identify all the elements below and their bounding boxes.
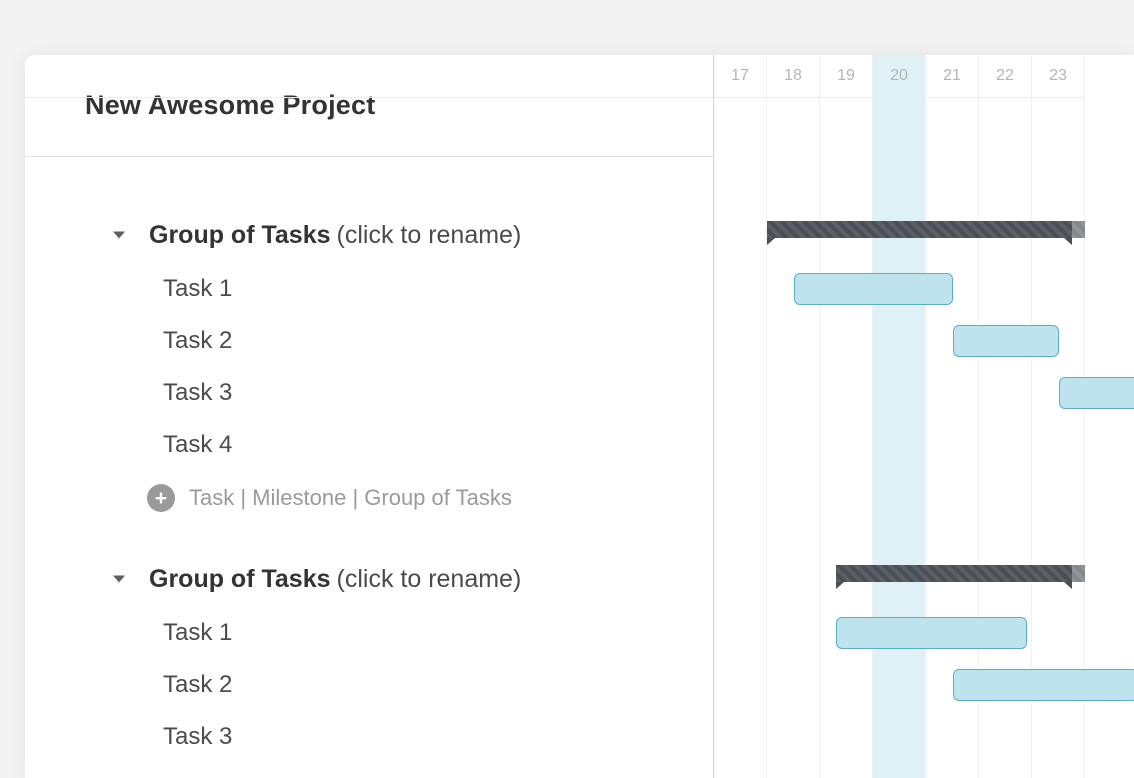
task-bar[interactable] — [953, 325, 1059, 357]
group-title[interactable]: Group of Tasks (click to rename) — [149, 565, 521, 594]
add-item-row[interactable]: + Task | Milestone | Group of Tasks — [147, 471, 713, 525]
task-bar[interactable] — [1059, 377, 1134, 409]
task-row[interactable]: Task 4 — [25, 419, 713, 471]
task-bar[interactable] — [953, 669, 1134, 701]
task-row[interactable]: Task 2 — [25, 659, 713, 711]
group-summary-bar[interactable] — [767, 221, 1072, 238]
workspace-card: New Awesome Project Group of Tasks (clic… — [25, 55, 1134, 778]
task-label: Task 2 — [163, 671, 232, 699]
task-row[interactable]: Task 3 — [25, 711, 713, 763]
task-bar[interactable] — [836, 617, 1027, 649]
group-summary-bar-tail — [1072, 221, 1085, 238]
group-title-hint: (click to rename) — [337, 565, 522, 594]
group-title-bold: Group of Tasks — [149, 221, 331, 250]
task-bar[interactable] — [794, 273, 953, 305]
project-header: New Awesome Project — [25, 55, 713, 157]
task-list-pane: New Awesome Project Group of Tasks (clic… — [25, 55, 713, 778]
task-row[interactable]: Task 3 — [25, 367, 713, 419]
group-title-bold: Group of Tasks — [149, 565, 331, 594]
group-title-hint: (click to rename) — [337, 221, 522, 250]
group-title[interactable]: Group of Tasks (click to rename) — [149, 221, 521, 250]
chevron-down-icon[interactable] — [113, 576, 125, 583]
project-title[interactable]: New Awesome Project — [85, 90, 375, 121]
task-group-header[interactable]: Group of Tasks (click to rename) — [25, 207, 713, 263]
timeline-pane: 17181920212223 — [713, 55, 1134, 778]
task-row[interactable]: Task 2 — [25, 315, 713, 367]
task-row[interactable]: Task 1 — [25, 607, 713, 659]
group-summary-bar-tail — [1072, 565, 1085, 582]
task-label: Task 1 — [163, 619, 232, 647]
task-label: Task 2 — [163, 327, 232, 355]
task-label: Task 3 — [163, 723, 232, 751]
task-label: Task 1 — [163, 275, 232, 303]
plus-icon[interactable]: + — [147, 484, 175, 512]
group-summary-bar[interactable] — [836, 565, 1072, 582]
task-label: Task 3 — [163, 379, 232, 407]
task-row[interactable]: Task 1 — [25, 263, 713, 315]
chevron-down-icon[interactable] — [113, 232, 125, 239]
task-group-header[interactable]: Group of Tasks (click to rename) — [25, 551, 713, 607]
add-item-label: Task | Milestone | Group of Tasks — [189, 485, 512, 511]
task-label: Task 4 — [163, 431, 232, 459]
